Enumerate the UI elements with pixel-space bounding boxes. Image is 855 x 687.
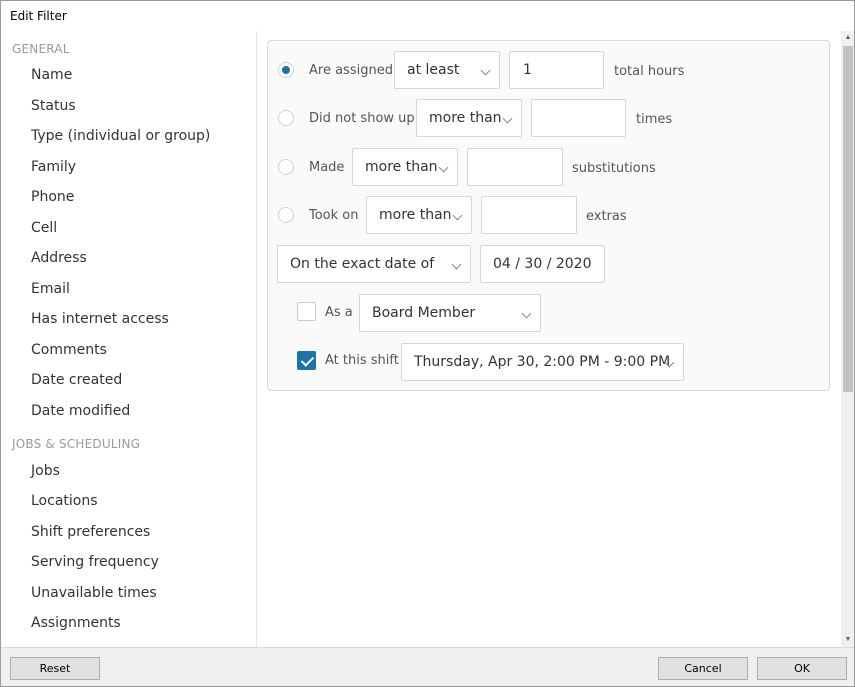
label-did-not-show-up: Did not show up [309, 111, 415, 126]
sidebar-item-date-modified[interactable]: Date modified [31, 403, 130, 419]
section-header-jobs-scheduling: JOBS & SCHEDULING [12, 437, 141, 451]
sidebar-item-internet-access[interactable]: Has internet access [31, 311, 169, 327]
reset-button[interactable]: Reset [10, 657, 100, 680]
filter-panel: Are assigned at least 1 total hours Did … [267, 40, 830, 391]
ok-button[interactable]: OK [757, 657, 847, 680]
sidebar-item-assignments[interactable]: Assignments [31, 615, 121, 631]
chevron-down-icon [438, 162, 449, 173]
sidebar-item-phone[interactable]: Phone [31, 189, 74, 205]
substitutions-operator-select[interactable]: more than [352, 148, 458, 186]
date-mode-value: On the exact date of [290, 256, 435, 272]
date-input[interactable]: 04 / 30 / 2020 [480, 245, 605, 283]
chevron-down-icon [451, 259, 462, 270]
scroll-thumb[interactable] [843, 46, 853, 392]
sidebar-item-comments[interactable]: Comments [31, 342, 107, 358]
label-substitutions: substitutions [572, 161, 656, 176]
label-extras: extras [586, 209, 627, 224]
scroll-up-icon[interactable]: ▲ [841, 31, 854, 45]
filter-editor: Are assigned at least 1 total hours Did … [258, 31, 841, 647]
label-total-hours: total hours [614, 64, 685, 79]
chevron-down-icon [521, 308, 532, 319]
label-made: Made [309, 160, 345, 175]
chevron-down-icon [502, 113, 513, 124]
sidebar-item-locations[interactable]: Locations [31, 493, 98, 509]
cancel-button[interactable]: Cancel [658, 657, 748, 680]
sidebar-item-cell[interactable]: Cell [31, 220, 57, 236]
label-as-a: As a [325, 305, 353, 320]
extras-count-input[interactable] [481, 196, 577, 234]
label-at-this-shift: At this shift [325, 353, 399, 368]
substitutions-operator-value: more than [365, 159, 438, 175]
radio-are-assigned[interactable] [278, 62, 294, 78]
radio-made-substitutions[interactable] [278, 159, 294, 175]
sidebar-item-status[interactable]: Status [31, 98, 76, 114]
sidebar-item-serving-frequency[interactable]: Serving frequency [31, 554, 159, 570]
assigned-operator-value: at least [407, 62, 460, 78]
label-took-on: Took on [309, 208, 359, 223]
sidebar-item-shift-preferences[interactable]: Shift preferences [31, 524, 150, 540]
assigned-hours-input[interactable]: 1 [509, 51, 604, 89]
chevron-down-icon [452, 210, 463, 221]
sidebar-item-jobs[interactable]: Jobs [31, 463, 60, 479]
no-show-count-input[interactable] [531, 99, 626, 137]
sidebar-item-family[interactable]: Family [31, 159, 76, 175]
scroll-down-icon[interactable]: ▼ [841, 633, 854, 647]
date-mode-select[interactable]: On the exact date of [277, 245, 471, 283]
shift-select[interactable]: Thursday, Apr 30, 2:00 PM - 9:00 PM [401, 343, 684, 381]
label-are-assigned: Are assigned [309, 63, 393, 78]
sidebar-item-name[interactable]: Name [31, 67, 72, 83]
no-show-operator-select[interactable]: more than [416, 99, 522, 137]
checkbox-at-this-shift[interactable] [297, 351, 316, 370]
no-show-operator-value: more than [429, 110, 502, 126]
role-select[interactable]: Board Member [359, 294, 541, 332]
dialog-footer: Reset Cancel OK [1, 647, 854, 686]
sidebar-item-unavailable-times[interactable]: Unavailable times [31, 585, 157, 601]
checkbox-as-a[interactable] [297, 302, 316, 321]
section-header-general: GENERAL [12, 42, 70, 56]
sidebar-item-address[interactable]: Address [31, 250, 87, 266]
extras-operator-value: more than [379, 207, 452, 223]
shift-value: Thursday, Apr 30, 2:00 PM - 9:00 PM [414, 354, 671, 370]
edit-filter-dialog: Edit Filter GENERAL Name Status Type (in… [0, 0, 855, 687]
substitutions-count-input[interactable] [467, 148, 563, 186]
field-sidebar: GENERAL Name Status Type (individual or … [1, 31, 257, 647]
radio-did-not-show-up[interactable] [278, 110, 294, 126]
extras-operator-select[interactable]: more than [366, 196, 472, 234]
label-times: times [636, 112, 673, 127]
radio-took-on-extras[interactable] [278, 207, 294, 223]
chevron-down-icon [480, 65, 491, 76]
role-value: Board Member [372, 305, 476, 321]
title-bar: Edit Filter [1, 1, 854, 31]
sidebar-item-date-created[interactable]: Date created [31, 372, 122, 388]
vertical-scrollbar[interactable]: ▲ ▼ [841, 31, 854, 647]
sidebar-item-type[interactable]: Type (individual or group) [31, 128, 210, 144]
dialog-title: Edit Filter [10, 9, 67, 23]
sidebar-item-email[interactable]: Email [31, 281, 70, 297]
assigned-operator-select[interactable]: at least [394, 51, 500, 89]
